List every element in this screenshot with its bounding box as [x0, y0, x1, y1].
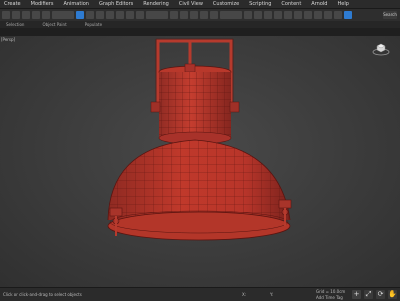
grid-size-readout: Grid = 10.0cm — [316, 289, 346, 294]
curve-editor-icon[interactable] — [284, 11, 292, 19]
zoom-extents-icon[interactable]: ⤢ — [364, 290, 373, 299]
menu-help[interactable]: Help — [337, 0, 348, 9]
pan-hand-icon[interactable]: ✋ — [388, 290, 397, 299]
material-editor-icon[interactable] — [304, 11, 312, 19]
move-icon[interactable] — [116, 11, 124, 19]
select-by-name-icon[interactable] — [86, 11, 94, 19]
unlink-icon[interactable] — [32, 11, 40, 19]
reference-coordinate-dropdown[interactable] — [146, 11, 168, 19]
add-time-tag-button[interactable]: Add Time Tag — [316, 295, 343, 300]
menu-arnold[interactable]: Arnold — [311, 0, 327, 9]
menu-scripting[interactable]: Scripting — [249, 0, 271, 9]
menu-content[interactable]: Content — [281, 0, 301, 9]
perspective-viewport[interactable]: [Persp] — [0, 36, 400, 287]
rotate-icon[interactable] — [126, 11, 134, 19]
menu-bar: Create Modifiers Animation Graph Editors… — [0, 0, 400, 9]
menu-rendering[interactable]: Rendering — [143, 0, 169, 9]
percent-snap-icon[interactable] — [200, 11, 208, 19]
spinner-snap-icon[interactable] — [210, 11, 218, 19]
render-production-icon[interactable] — [334, 11, 342, 19]
menu-civil-view[interactable]: Civil View — [179, 0, 203, 9]
pivot-center-icon[interactable] — [170, 11, 178, 19]
tab-object-paint[interactable]: Object Paint — [42, 22, 66, 27]
select-object-icon[interactable] — [76, 11, 84, 19]
menu-animation[interactable]: Animation — [63, 0, 89, 9]
scene-explorer-icon[interactable] — [274, 11, 282, 19]
render-setup-icon[interactable] — [314, 11, 322, 19]
menu-customize[interactable]: Customize — [213, 0, 239, 9]
snap-toggle-icon[interactable] — [180, 11, 188, 19]
zoom-plus-icon[interactable]: + — [352, 290, 361, 299]
tab-selection[interactable]: Selection — [6, 22, 24, 27]
ribbon-bar: Selection Object Paint Populate — [0, 21, 400, 28]
orbit-icon[interactable]: ⟳ — [376, 290, 385, 299]
link-icon[interactable] — [22, 11, 30, 19]
render-frame-icon[interactable] — [324, 11, 332, 19]
viewport-navigation-controls: + ⤢ ⟳ ✋ — [352, 290, 397, 299]
align-icon[interactable] — [254, 11, 262, 19]
menu-graph-editors[interactable]: Graph Editors — [99, 0, 133, 9]
undo-icon[interactable] — [2, 11, 10, 19]
search-button[interactable]: Search — [383, 11, 397, 19]
selection-filter-dropdown[interactable] — [52, 11, 74, 19]
render-activeshade-icon[interactable] — [344, 11, 352, 19]
redo-icon[interactable] — [12, 11, 20, 19]
status-message: Click or click-and-drag to select object… — [3, 292, 82, 297]
scale-icon[interactable] — [136, 11, 144, 19]
rectangular-region-icon[interactable] — [96, 11, 104, 19]
mirror-icon[interactable] — [244, 11, 252, 19]
status-bar: Click or click-and-drag to select object… — [0, 287, 400, 301]
x-coordinate-label[interactable]: X: — [242, 292, 246, 297]
bind-space-warp-icon[interactable] — [42, 11, 50, 19]
menu-modifiers[interactable]: Modifiers — [31, 0, 54, 9]
tab-populate[interactable]: Populate — [85, 22, 102, 27]
window-crossing-icon[interactable] — [106, 11, 114, 19]
main-toolbar: Search — [0, 9, 400, 21]
schematic-view-icon[interactable] — [294, 11, 302, 19]
menu-create[interactable]: Create — [4, 0, 21, 9]
lamp-model[interactable] — [0, 36, 400, 287]
y-coordinate-label[interactable]: Y: — [270, 292, 273, 297]
layer-explorer-icon[interactable] — [264, 11, 272, 19]
named-selection-dropdown[interactable] — [220, 11, 242, 19]
angle-snap-icon[interactable] — [190, 11, 198, 19]
